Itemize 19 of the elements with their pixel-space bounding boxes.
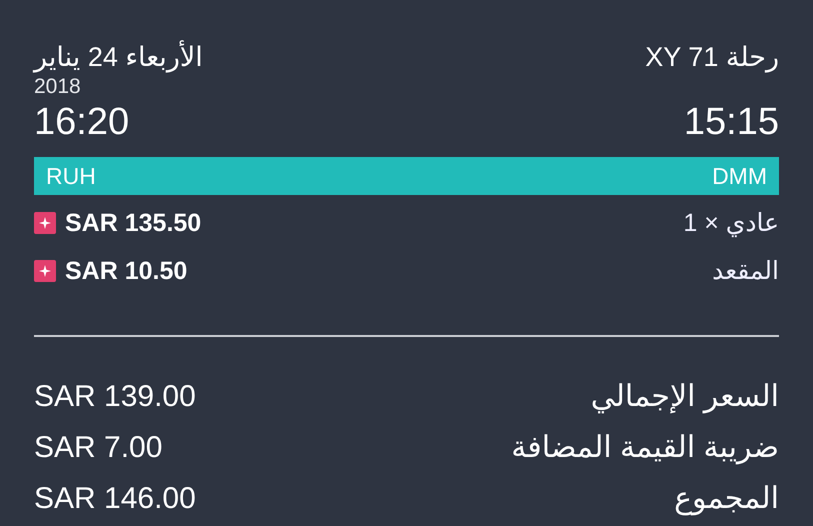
sparkle-icon <box>34 260 56 282</box>
fare-price: SAR 10.50 <box>65 256 188 286</box>
flight-year: 2018 <box>34 75 81 99</box>
sparkle-icon <box>34 212 56 234</box>
total-amount: SAR 139.00 <box>34 380 196 414</box>
fare-label: المقعد <box>712 256 779 286</box>
departure-time: 15:15 <box>684 101 779 144</box>
fare-label: عادي × 1 <box>683 208 779 238</box>
total-label: السعر الإجمالي <box>590 379 779 414</box>
total-amount: SAR 7.00 <box>34 430 162 464</box>
destination-code: RUH <box>46 162 96 190</box>
total-label: المجموع <box>674 481 779 516</box>
total-amount: SAR 146.00 <box>34 482 196 516</box>
origin-code: DMM <box>712 162 767 190</box>
fare-price: SAR 135.50 <box>65 208 202 238</box>
flight-date: الأربعاء 24 يناير <box>34 42 203 73</box>
total-label: ضريبة القيمة المضافة <box>511 430 779 465</box>
arrival-time: 16:20 <box>34 101 130 144</box>
flight-number: رحلة XY 71 <box>645 42 779 73</box>
